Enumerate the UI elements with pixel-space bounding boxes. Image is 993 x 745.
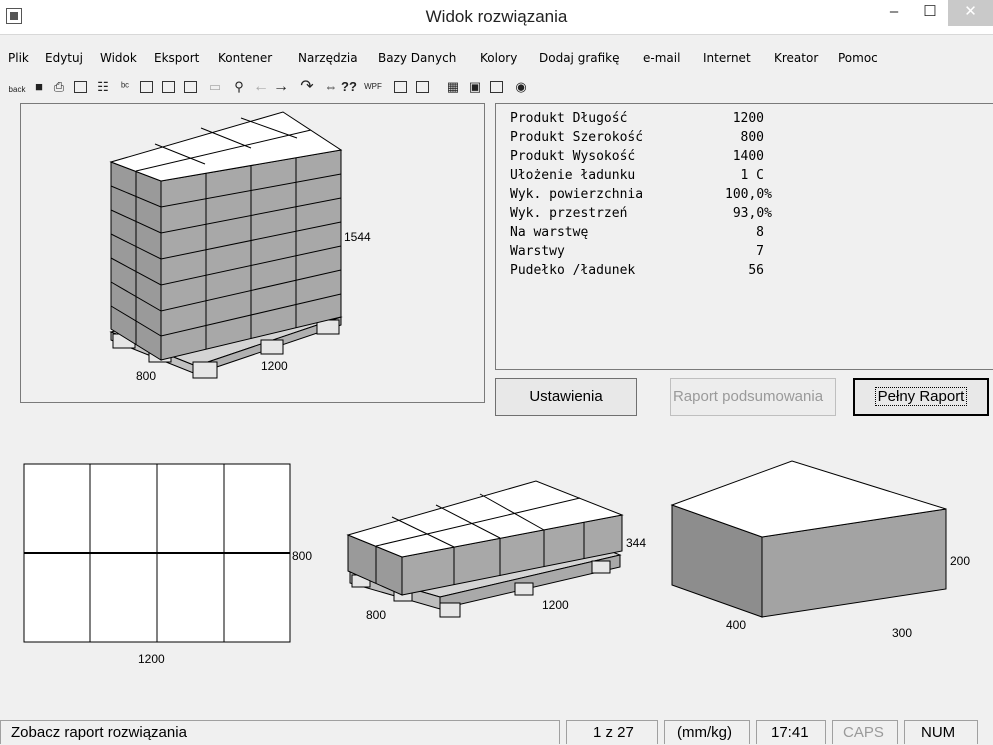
info-value: 800 xyxy=(740,130,764,145)
menu-bazy-danych[interactable]: Bazy Danych xyxy=(378,51,456,65)
title-bar: Widok rozwiązania – ☐ ✕ xyxy=(0,0,993,35)
arrow-right-icon[interactable]: → xyxy=(272,78,290,96)
color-icon[interactable]: ▣ xyxy=(466,78,484,96)
status-page: 1 z 27 xyxy=(566,720,658,744)
layer-length-label: 1200 xyxy=(542,598,569,612)
minimize-icon[interactable]: – xyxy=(876,0,912,26)
swap-icon[interactable]: ⇔ xyxy=(322,78,340,96)
menu-internet[interactable]: Internet xyxy=(703,51,751,65)
settings-button[interactable]: Ustawienia xyxy=(495,378,637,416)
comment-icon[interactable]: ▭ xyxy=(206,78,224,96)
settings-icon[interactable]: ◉ xyxy=(512,78,530,96)
menu-plik[interactable]: Plik xyxy=(8,51,29,65)
menu-dodaj-grafike[interactable]: Dodaj grafikę xyxy=(539,51,620,65)
print-preview-icon[interactable] xyxy=(72,78,90,96)
menu-edytuj[interactable]: Edytuj xyxy=(45,51,83,65)
box-length-label: 400 xyxy=(726,618,746,632)
maximize-icon[interactable]: ☐ xyxy=(912,0,948,26)
pallet-width-label: 800 xyxy=(136,369,156,383)
info-value: 1200 xyxy=(732,111,764,126)
image-icon[interactable] xyxy=(182,78,200,96)
box-3d-view: 400 300 200 xyxy=(670,460,970,640)
info-value: 1 C xyxy=(740,168,764,183)
info-value: 7 xyxy=(756,244,764,259)
summary-report-button[interactable]: Raport podsumowania xyxy=(670,378,836,416)
back-icon[interactable]: back xyxy=(6,78,28,96)
pallet-block xyxy=(192,361,218,379)
pallet-block xyxy=(260,339,284,355)
pallet-block xyxy=(439,602,461,618)
rotate-icon[interactable]: ↷ xyxy=(298,78,316,96)
layer-plan-view: 800 1200 xyxy=(23,463,312,666)
info-label: Warstwy xyxy=(510,244,565,259)
status-message: Zobacz raport rozwiązania xyxy=(0,720,560,744)
pdf-icon[interactable] xyxy=(392,78,410,96)
info-label: Pudełko /ładunek xyxy=(510,263,636,278)
layer-icon[interactable]: ☷ xyxy=(94,78,112,96)
spell-icon[interactable]: ᵇᶜ xyxy=(116,78,134,96)
report-icon[interactable] xyxy=(414,78,432,96)
pallet-3d-view: 1544 800 1200 xyxy=(20,103,485,403)
box-width-label: 300 xyxy=(892,626,912,640)
pallet-block xyxy=(514,582,534,596)
status-bar: Zobacz raport rozwiązania 1 z 27 (mm/kg)… xyxy=(0,718,993,744)
export-icon[interactable] xyxy=(488,78,506,96)
layer-height-label: 344 xyxy=(626,536,646,550)
pallet-3d-drawing: 1544 800 1200 xyxy=(109,111,371,383)
toolbar: back ■ ⎙ ☷ ᵇᶜ ▭ ⚲ ← → ↷ ⇔ ?? WPF ▦ ▣ ◉ xyxy=(0,76,993,100)
plan-width-label: 800 xyxy=(292,549,312,563)
info-value: 100,0% xyxy=(725,187,772,202)
full-report-button[interactable]: Pełny Raport xyxy=(853,378,989,416)
zoom-icon[interactable]: ⚲ xyxy=(230,78,248,96)
layer-width-label: 800 xyxy=(366,608,386,622)
status-units: (mm/kg) xyxy=(664,720,750,744)
info-label: Wyk. przestrzeń xyxy=(510,206,628,221)
info-label: Wyk. powierzchnia xyxy=(510,187,644,202)
arrow-left-icon[interactable]: ← xyxy=(252,78,270,96)
save-icon[interactable]: ■ xyxy=(30,78,48,96)
info-label: Produkt Wysokość xyxy=(510,149,636,164)
pallet-block xyxy=(591,560,611,574)
menu-kontener[interactable]: Kontener xyxy=(218,51,272,65)
info-value: 56 xyxy=(748,263,764,278)
status-caps: CAPS xyxy=(832,720,898,744)
info-label: Ułożenie ładunku xyxy=(510,168,636,183)
print-icon[interactable]: ⎙ xyxy=(50,78,68,96)
full-report-label: Pełny Raport xyxy=(874,387,968,406)
status-num: NUM xyxy=(904,720,978,744)
menu-eksport[interactable]: Eksport xyxy=(154,51,199,65)
status-time: 17:41 xyxy=(756,720,826,744)
menu-kolory[interactable]: Kolory xyxy=(480,51,517,65)
info-value: 8 xyxy=(756,225,764,240)
info-label: Na warstwę xyxy=(510,225,589,240)
close-icon[interactable]: ✕ xyxy=(948,0,993,26)
menu-email[interactable]: e-mail xyxy=(643,51,680,65)
wpf-icon[interactable]: WPF xyxy=(362,78,384,96)
layer-3d-view: 344 800 1200 xyxy=(346,480,646,622)
info-label: Produkt Długość xyxy=(510,111,628,126)
copy-icon[interactable] xyxy=(160,78,178,96)
menu-widok[interactable]: Widok xyxy=(100,51,137,65)
help-icon[interactable]: ?? xyxy=(340,78,358,96)
menu-bar: Plik Edytuj Widok Eksport Kontener Narzę… xyxy=(0,48,993,70)
menu-kreator[interactable]: Kreator xyxy=(774,51,818,65)
notes-icon[interactable] xyxy=(138,78,156,96)
box-height-label: 200 xyxy=(950,554,970,568)
info-label: Produkt Szerokość xyxy=(510,130,644,145)
menu-narzedzia[interactable]: Narzędzia xyxy=(298,51,358,65)
window-title: Widok rozwiązania xyxy=(425,7,568,26)
plan-length-label: 1200 xyxy=(138,652,165,666)
grid-icon[interactable]: ▦ xyxy=(444,78,462,96)
info-value: 1400 xyxy=(732,149,764,164)
info-value: 93,0% xyxy=(732,206,772,221)
pallet-length-label: 1200 xyxy=(261,359,288,373)
solution-info-panel: Produkt Długość 1200 Produkt Szerokość 800… xyxy=(495,103,993,370)
pallet-height-label: 1544 xyxy=(344,230,371,244)
menu-pomoc[interactable]: Pomoc xyxy=(838,51,878,65)
